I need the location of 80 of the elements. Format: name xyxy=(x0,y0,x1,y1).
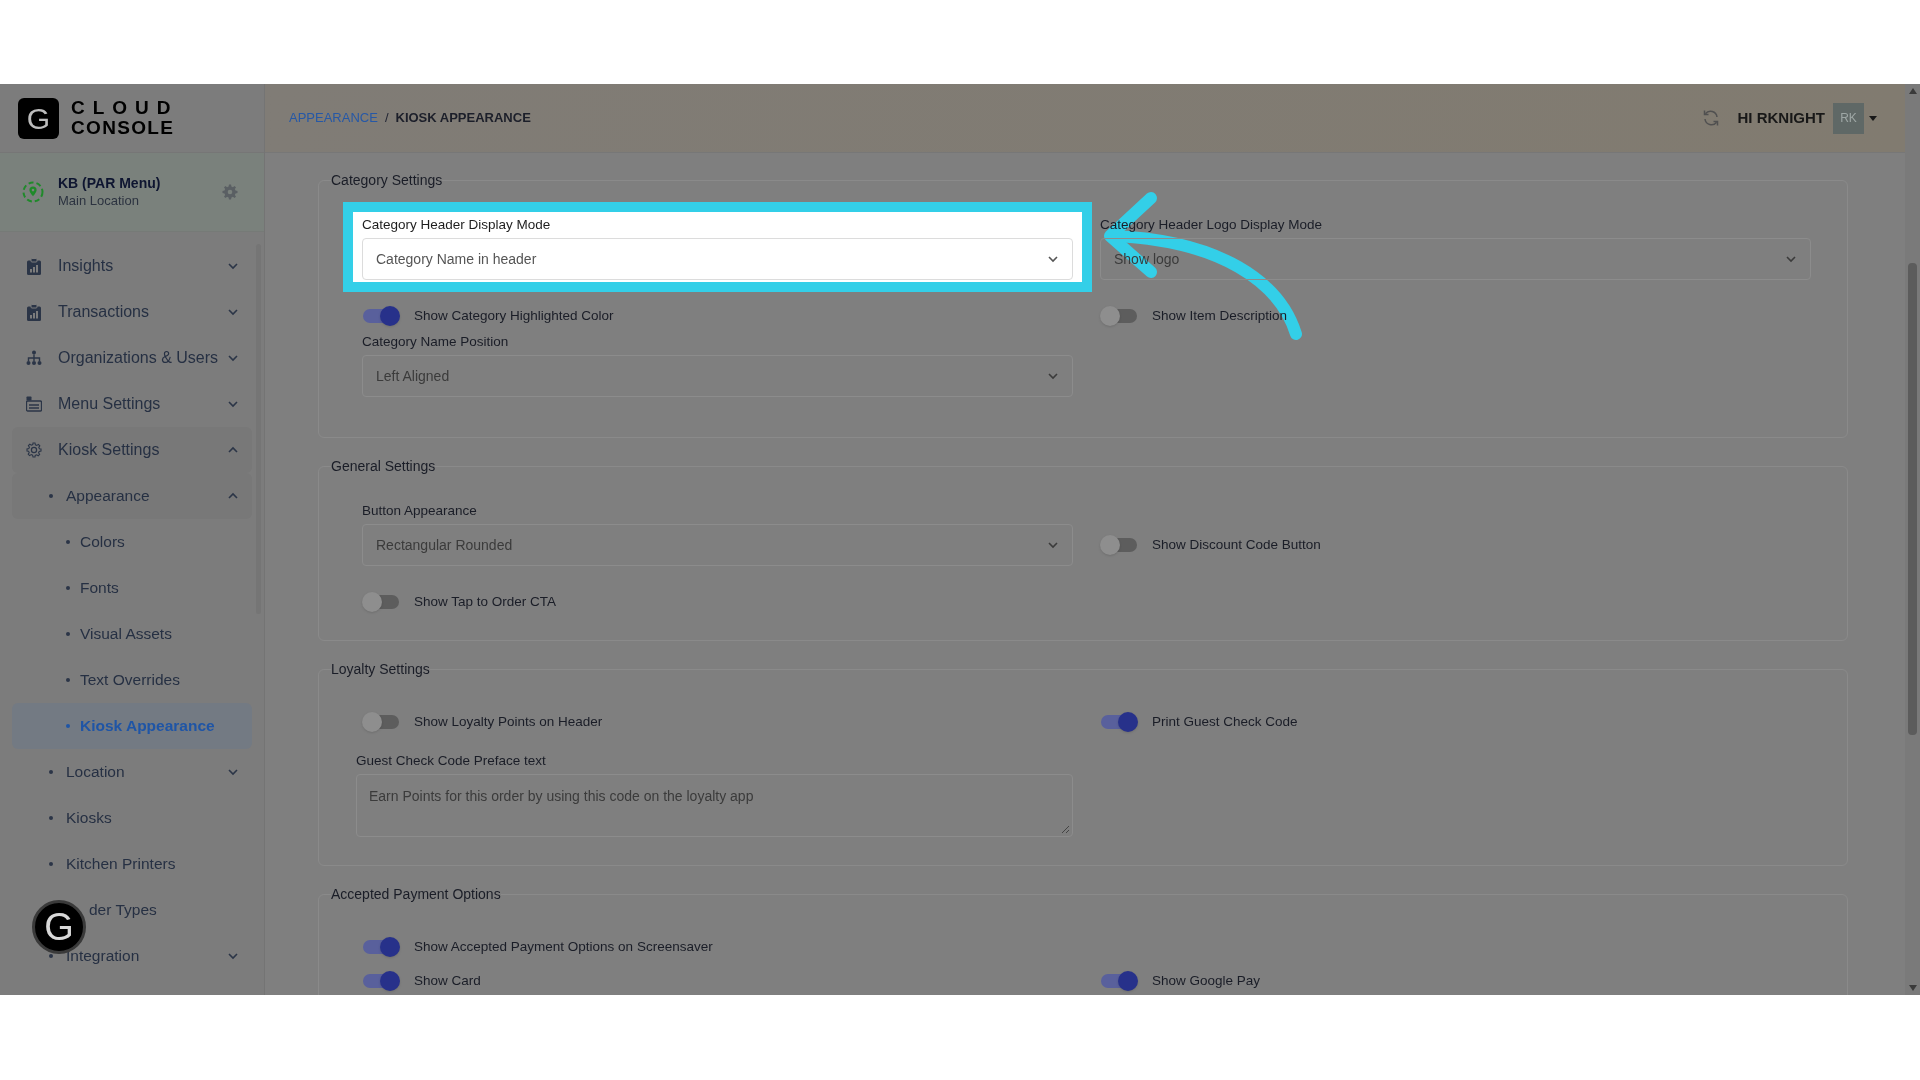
chevron-down-icon xyxy=(228,262,238,270)
hierarchy-icon xyxy=(26,349,42,367)
nav-item[interactable]: Organizations & Users xyxy=(12,335,252,381)
nav-item[interactable]: Fonts xyxy=(12,565,252,611)
settings-icon xyxy=(26,441,42,459)
section-title: Accepted Payment Options xyxy=(331,886,501,903)
breadcrumb-link[interactable]: APPEARANCE xyxy=(289,108,378,128)
scroll-up-icon[interactable] xyxy=(1908,88,1917,94)
dropdown[interactable]: Left Aligned xyxy=(362,355,1073,397)
toggle-switch[interactable] xyxy=(1100,970,1138,991)
toggle-label: Show Google Pay xyxy=(1152,971,1261,990)
location-pin-icon xyxy=(22,181,44,203)
section-title: Category Settings xyxy=(331,172,443,189)
chevron-up-icon xyxy=(228,446,238,454)
section-title: General Settings xyxy=(331,458,436,475)
section-title: Loyalty Settings xyxy=(331,661,430,678)
toggle-label: Show Accepted Payment Options on Screensaver xyxy=(414,937,713,956)
toggle-switch[interactable] xyxy=(362,305,400,326)
scrollbar[interactable] xyxy=(1905,84,1920,995)
toggle-switch[interactable] xyxy=(362,591,400,612)
nav-item[interactable]: Kiosks xyxy=(12,795,252,841)
settings-icon[interactable] xyxy=(222,184,238,200)
toggle-label: Show Category Highlighted Color xyxy=(414,306,614,325)
chevron-down-icon xyxy=(1048,255,1058,263)
chevron-up-icon xyxy=(228,492,238,500)
toggle-switch[interactable] xyxy=(362,936,400,957)
chevron-down-icon xyxy=(228,952,238,960)
toggle-switch[interactable] xyxy=(1100,535,1138,555)
chevron-down-icon xyxy=(228,400,238,408)
nav-item[interactable]: Appearance xyxy=(12,473,252,519)
location-subtitle: Main Location xyxy=(58,192,140,210)
field-label: Category Name Position xyxy=(362,333,510,350)
resize-handle-icon[interactable] xyxy=(1061,825,1070,834)
logo-text: CONSOLE xyxy=(71,118,176,138)
nav-item[interactable]: Kiosk Settings xyxy=(12,427,252,473)
nav-item[interactable]: Text Overrides xyxy=(12,657,252,703)
user-avatar[interactable]: RK xyxy=(1833,102,1864,134)
nav-item[interactable]: Location xyxy=(12,749,252,795)
card-list-icon xyxy=(26,395,42,413)
breadcrumb-current: KIOSK APPEARANCE xyxy=(395,109,531,128)
logo-text: CLOUD xyxy=(71,98,179,118)
logo-mark: G xyxy=(18,97,59,139)
chevron-down-icon xyxy=(1048,541,1058,549)
dropdown[interactable]: Category Name in header xyxy=(362,238,1073,280)
toggle-switch[interactable] xyxy=(362,711,400,732)
field-label: Button Appearance xyxy=(362,502,478,519)
nav-item[interactable]: Kitchen Printers xyxy=(12,841,252,887)
toggle-label: Show Card xyxy=(414,971,481,990)
field-label: Category Header Display Mode xyxy=(362,216,552,233)
nav-item[interactable]: Visual Assets xyxy=(12,611,252,657)
nav-item[interactable]: Menu Settings xyxy=(12,381,252,427)
nav-item[interactable]: Insights xyxy=(12,243,252,289)
toggle-switch[interactable] xyxy=(362,970,400,991)
clipboard-chart-icon xyxy=(26,303,42,321)
clipboard-chart-icon xyxy=(26,257,42,275)
text-area[interactable]: Earn Points for this order by using this code on the loyalty app xyxy=(356,774,1073,837)
chevron-down-icon xyxy=(1048,372,1058,380)
scrollbar-thumb[interactable] xyxy=(1908,263,1917,735)
toggle-switch[interactable] xyxy=(1100,305,1138,326)
field-label: Guest Check Code Preface text xyxy=(356,752,547,769)
nav-item[interactable]: Kiosk Appearance xyxy=(12,703,252,749)
toggle-label: Show Discount Code Button xyxy=(1152,535,1321,554)
nav-item[interactable]: Transactions xyxy=(12,289,252,335)
chevron-down-icon xyxy=(228,768,238,776)
toggle-label: Show Tap to Order CTA xyxy=(414,592,557,611)
toggle-switch[interactable] xyxy=(1100,711,1138,732)
location-name: KB (PAR Menu) xyxy=(58,174,162,192)
chevron-down-icon xyxy=(228,308,238,316)
toggle-label: Show Loyalty Points on Header xyxy=(414,712,603,731)
scroll-down-icon[interactable] xyxy=(1908,985,1917,991)
breadcrumb-separator: / xyxy=(384,109,389,128)
refresh-icon[interactable] xyxy=(1701,109,1720,127)
caret-down-icon[interactable] xyxy=(1869,115,1877,121)
chevron-down-icon xyxy=(1786,255,1796,263)
chevron-down-icon xyxy=(228,354,238,362)
toggle-label: Print Guest Check Code xyxy=(1152,712,1298,731)
user-greeting: HI RKNIGHT xyxy=(1737,107,1825,128)
dropdown[interactable]: Rectangular Rounded xyxy=(362,524,1073,566)
nav-item[interactable]: der Types xyxy=(89,887,252,933)
nav-item[interactable]: Colors xyxy=(12,519,252,565)
